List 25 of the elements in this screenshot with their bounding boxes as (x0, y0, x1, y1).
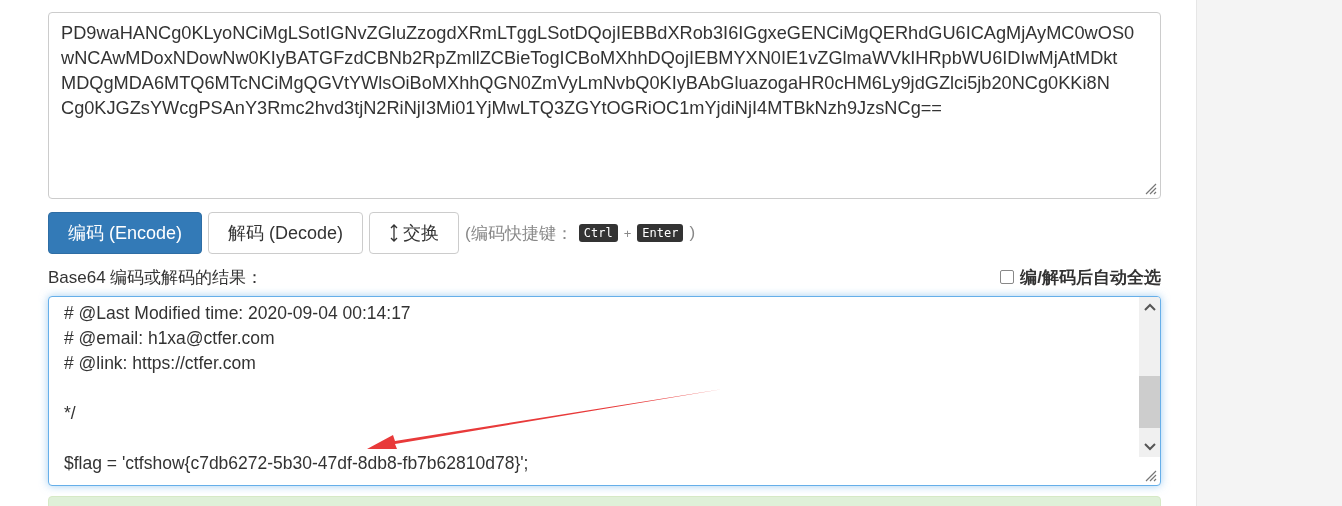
checkbox[interactable] (1000, 270, 1015, 284)
closing-paren: ) (689, 223, 696, 243)
scrollbar[interactable] (1139, 297, 1160, 457)
decode-button[interactable]: 解码 (Decode) (208, 212, 364, 254)
scroll-up-icon[interactable] (1143, 303, 1156, 311)
result-label: Base64 编码或解码的结果： (48, 266, 264, 289)
key-label: Enter (637, 224, 684, 242)
shortcut-hint: (编码快捷键： (465, 222, 573, 245)
resize-grip-icon[interactable] (1143, 468, 1157, 482)
scroll-down-icon[interactable] (1143, 443, 1156, 451)
code-line: # @link: https://ctfer.com (64, 352, 257, 375)
swap-button[interactable]: 交换 (369, 212, 460, 254)
encode-button[interactable]: 编码 (Encode) (48, 212, 203, 254)
checkbox-label[interactable]: 编/解码后自动全选 (1020, 265, 1161, 289)
code-line: # @Last Modified time: 2020-09-04 00:14:17 (64, 302, 412, 325)
code-line: $flag = 'ctfshow{c7db6272-5b30-47df-8db8-fb7b62810d78}'; (64, 452, 530, 475)
plus-sign: + (623, 225, 632, 241)
up-down-arrow-icon (389, 223, 400, 243)
result-textarea[interactable]: # @Last Modified time: 2020-09-04 00:14:17 # @email: h1xa@ctfer.com # @link: https://ctfer.com */ $flag = 'ctfshow{c7db6272-5b30-47df-8db8-fb7b62810d78}'; (48, 296, 1161, 486)
code-line: # @email: h1xa@ctfer.com (64, 327, 276, 350)
code-line: */ (64, 402, 77, 425)
key-label: Ctrl (578, 224, 618, 242)
input-textarea[interactable]: PD9waHANCg0KLyoNCiMgLSotIGNvZGluZzogdXRmLTggLSotDQojIEBBdXRob3I6IGgxeGENCiMgQERhdGU6ICAgMjAyMC0wOS0 wNCAwMDoxNDowNw0KIyBATGFzdCBNb2RpZmllZCBieTogICBoMXhhDQojIEBMYXN0IE1vZGlmaWVkIHRpbWU6IDIwMjAtMDkt MDQgMDA6MTQ6MTcNCiMgQGVtYWlsOiBoMXhhQGN0ZmVyLmNvbQ0KIyBAbGluazogaHR0cHM6Ly9jdGZlci5jb20NCg0KKi8N Cg0KJGZsYWcgPSAnY3Rmc2hvd3tjN2RiNjI3Mi01YjMwLTQ3ZGYtOGRiOC1mYjdiNjI4MTBkNzh9JzsNCg== (48, 12, 1161, 199)
scrollbar-thumb[interactable] (1139, 376, 1160, 428)
resize-grip-icon[interactable] (1143, 181, 1157, 195)
